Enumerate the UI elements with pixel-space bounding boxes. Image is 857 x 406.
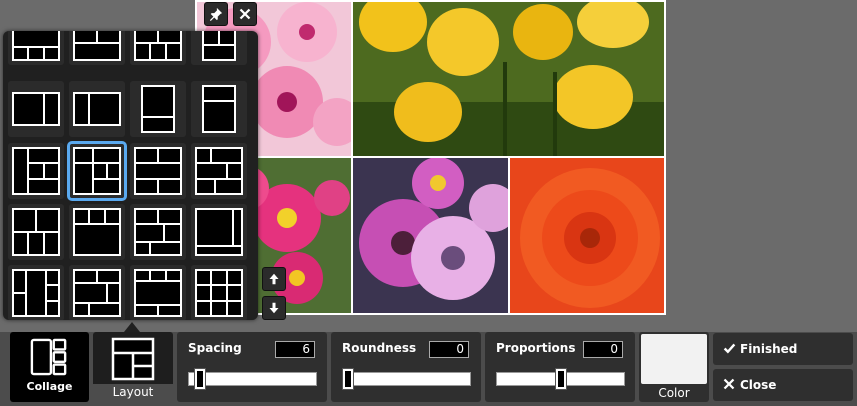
layout-option[interactable]	[130, 265, 186, 320]
roundness-slider-track[interactable]	[342, 372, 471, 386]
layout-option[interactable]	[191, 204, 247, 260]
roundness-input[interactable]: 0	[429, 341, 469, 358]
layout-option[interactable]	[191, 81, 247, 137]
finished-button[interactable]: Finished	[713, 333, 853, 365]
layout-option[interactable]	[8, 143, 64, 199]
spacing-slider-track[interactable]	[188, 372, 317, 386]
arrow-down-icon	[269, 302, 279, 314]
color-button[interactable]: Color	[639, 332, 709, 402]
scroll-up-button[interactable]	[262, 267, 286, 291]
layout-picker[interactable]	[3, 31, 258, 320]
spacing-slider-handle[interactable]	[193, 368, 206, 390]
layout-option[interactable]	[130, 31, 186, 65]
layout-icon	[111, 337, 155, 381]
layout-option[interactable]	[8, 81, 64, 137]
roundness-label: Roundness	[342, 341, 417, 355]
roundness-slider-handle[interactable]	[342, 368, 354, 390]
collage-icon	[30, 338, 67, 376]
photo-purple-daisies[interactable]	[353, 158, 508, 313]
close-label: Close	[740, 378, 777, 392]
scroll-down-button[interactable]	[262, 296, 286, 320]
layout-option[interactable]	[130, 81, 186, 137]
close-icon	[723, 378, 735, 390]
layout-pointer	[124, 322, 140, 332]
layout-option[interactable]	[8, 265, 64, 320]
proportions-slider-handle[interactable]	[554, 368, 567, 390]
pin-button[interactable]	[204, 2, 228, 26]
layout-option[interactable]	[191, 143, 247, 199]
proportions-label: Proportions	[496, 341, 576, 355]
photo-yellow-tulips[interactable]	[353, 2, 664, 156]
check-icon	[723, 343, 736, 354]
layout-option[interactable]	[69, 204, 125, 260]
finished-label: Finished	[740, 342, 798, 356]
layout-option[interactable]	[130, 143, 186, 199]
close-icon	[239, 8, 251, 20]
layout-button[interactable]: Layout	[93, 332, 173, 404]
close-picker-button[interactable]	[233, 2, 257, 26]
pin-icon	[209, 7, 223, 21]
spacing-label: Spacing	[188, 341, 242, 355]
layout-label: Layout	[112, 385, 154, 399]
spacing-input[interactable]: 6	[275, 341, 315, 358]
layout-option[interactable]	[69, 265, 125, 320]
layout-option[interactable]	[191, 265, 247, 320]
collage-button[interactable]: Collage	[10, 332, 89, 402]
color-swatch[interactable]	[641, 334, 707, 384]
collage-label: Collage	[26, 380, 73, 393]
layout-option-selected[interactable]	[67, 141, 127, 201]
layout-option[interactable]	[191, 31, 247, 65]
layout-option[interactable]	[69, 31, 125, 65]
spacing-control: Spacing 6	[177, 332, 327, 402]
editor-canvas	[0, 0, 857, 332]
proportions-input[interactable]: 0	[583, 341, 623, 358]
color-label: Color	[658, 386, 690, 400]
layout-option[interactable]	[130, 204, 186, 260]
photo-orange-dahlia[interactable]	[510, 158, 664, 313]
layout-option[interactable]	[8, 31, 64, 65]
layout-option[interactable]	[8, 204, 64, 260]
close-button[interactable]: Close	[713, 369, 853, 401]
roundness-control: Roundness 0	[331, 332, 481, 402]
proportions-control: Proportions 0	[485, 332, 635, 402]
bottom-toolbar: Collage Layout Spacing 6 Roundness 0 Pro…	[0, 322, 857, 406]
arrow-up-icon	[269, 273, 279, 285]
layout-option[interactable]	[69, 81, 125, 137]
